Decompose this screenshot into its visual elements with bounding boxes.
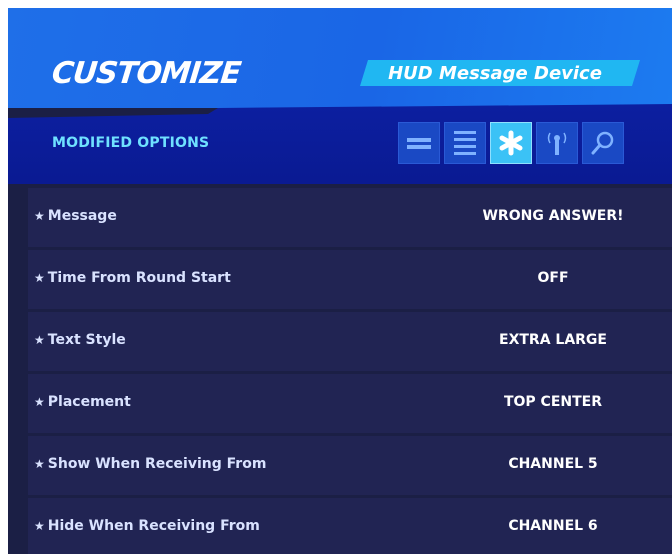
option-label: ★ Show When Receiving From [34,456,267,472]
option-row-message[interactable]: ★ Message WRONG ANSWER! [28,188,672,247]
option-label: ★ Time From Round Start [34,270,231,286]
asterisk-icon [499,130,523,156]
option-value[interactable]: EXTRA LARGE [468,332,638,348]
tab-channels[interactable] [536,122,578,164]
option-label: ★ Text Style [34,332,126,348]
option-label: ★ Placement [34,394,131,410]
option-row-placement[interactable]: ★ Placement TOP CENTER [28,374,672,433]
tab-list-options[interactable] [444,122,486,164]
option-value[interactable]: CHANNEL 5 [468,456,638,472]
device-name-label: HUD Message Device [388,63,602,84]
option-value[interactable]: WRONG ANSWER! [468,208,638,224]
page-title: CUSTOMIZE [50,56,243,91]
option-label: ★ Message [34,208,117,224]
modified-star-icon: ★ [34,519,45,533]
customize-panel: CUSTOMIZE HUD Message Device MODIFIED OP… [8,8,672,554]
search-icon [591,131,614,155]
section-label: MODIFIED OPTIONS [52,135,210,151]
option-value[interactable]: TOP CENTER [468,394,638,410]
option-row-hide-when-receiving[interactable]: ★ Hide When Receiving From CHANNEL 6 [28,498,672,554]
modified-star-icon: ★ [34,271,45,285]
option-row-time-from-round-start[interactable]: ★ Time From Round Start OFF [28,250,672,309]
device-name-tag: HUD Message Device [360,60,640,86]
tab-all-options[interactable] [398,122,440,164]
modified-star-icon: ★ [34,209,45,223]
tab-search[interactable] [582,122,624,164]
option-label: ★ Hide When Receiving From [34,518,260,534]
option-value[interactable]: CHANNEL 6 [468,518,638,534]
option-row-show-when-receiving[interactable]: ★ Show When Receiving From CHANNEL 5 [28,436,672,495]
modified-star-icon: ★ [34,457,45,471]
antenna-icon [547,132,567,155]
option-row-text-style[interactable]: ★ Text Style EXTRA LARGE [28,312,672,371]
list-lines-icon [454,131,476,155]
option-value[interactable]: OFF [468,270,638,286]
modified-star-icon: ★ [34,333,45,347]
two-lines-icon [407,138,431,149]
tab-modified-options[interactable] [490,122,532,164]
options-list: ★ Message WRONG ANSWER! ★ Time From Round … [28,188,672,554]
modified-star-icon: ★ [34,395,45,409]
